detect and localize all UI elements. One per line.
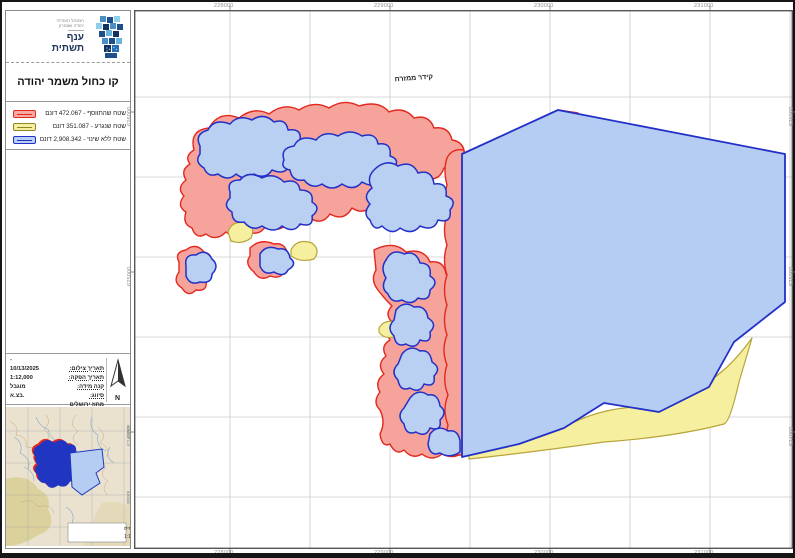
branch-name-line2: תשתית: [12, 44, 84, 55]
legend-item-added: שטח שהתווסף - 472.067 דונם: [6, 108, 130, 120]
overview-box-line1: רקע: מפה טופוגרפית: [124, 526, 130, 532]
screenshot-border-left: [0, 0, 2, 558]
page-title: קו כחול משמר יהודה: [6, 76, 130, 88]
page-sheet: המנהל האזרחי יהודה ושומרון ענף תשתית קו …: [2, 2, 793, 553]
coord-label-right: 625000: [789, 266, 795, 286]
org-divider: [68, 30, 84, 31]
branch-name-line1: ענף: [12, 33, 84, 44]
overview-box-line2: קנ"מ 1:100,000: [124, 534, 130, 540]
map-sheet: { "header": { "org_line1": "המנהל האזרחי…: [0, 0, 795, 558]
overview-map: רקע: מפה טופוגרפית קנ"מ 1:100,000 625000…: [6, 407, 130, 546]
map-annotation-label: קידר ממזרח: [395, 74, 434, 84]
legend-swatch-yellow: [13, 123, 36, 131]
logo-section: המנהל האזרחי יהודה ושומרון ענף תשתית: [6, 11, 130, 63]
coord-label-right: 626000: [789, 106, 795, 126]
org-name-line2: יהודה ושומרון: [12, 23, 84, 28]
legend-item-removed: שטח שנגרע - 351.087 דונם: [6, 121, 130, 133]
legend-swatch-blue: [13, 136, 36, 144]
info-labels: תאריך צילום: תאריך הפקה: קנה מידה: סיווג…: [34, 357, 104, 402]
coord-label-top: 231000: [694, 3, 714, 9]
screenshot-border-bottom: [0, 553, 795, 558]
legend-item-unchanged: שטח ללא שינוי - 2,908.342 דונם: [6, 134, 130, 146]
infrastructure-branch-logo-icon: [91, 15, 125, 59]
coord-label-right: 624000: [789, 426, 795, 446]
org-text-block: המנהל האזרחי יהודה ושומרון ענף תשתית: [12, 18, 84, 54]
screenshot-border-top: [0, 0, 795, 2]
coord-label-top: 229000: [374, 3, 394, 9]
map-info-box: - 10/13/2025 1:12,000 מוגבל בצ.א. תאריך …: [6, 353, 130, 405]
map-canvas: קידר ממזרח: [134, 10, 793, 549]
coord-label-top: 230000: [534, 3, 554, 9]
coord-label-top: 228000: [214, 3, 234, 9]
legend-label: שטח ללא שינוי - 2,908.342 דונם: [40, 136, 126, 143]
main-map: קידר ממזרח: [134, 10, 793, 549]
north-arrow: N: [106, 358, 128, 402]
coord-label-left: 626000: [127, 106, 133, 126]
legend-swatch-red: [13, 110, 36, 118]
north-label: N: [107, 395, 128, 402]
title-section: קו כחול משמר יהודה: [6, 64, 130, 102]
side-panel: המנהל האזרחי יהודה ושומרון ענף תשתית קו …: [5, 10, 131, 549]
coord-label-left: 624000: [127, 426, 133, 446]
north-arrow-icon: [108, 358, 128, 392]
overview-map-canvas: רקע: מפה טופוגרפית קנ"מ 1:100,000 625000…: [6, 407, 130, 546]
legend-label: שטח שנגרע - 351.087 דונם: [53, 123, 126, 130]
coord-label-left: 625000: [127, 266, 133, 286]
legend: שטח שהתווסף - 472.067 דונם שטח שנגרע - 3…: [6, 103, 130, 150]
overview-coord-bottom: 620000: [126, 491, 130, 505]
legend-label: שטח שהתווסף - 472.067 דונם: [45, 110, 126, 117]
